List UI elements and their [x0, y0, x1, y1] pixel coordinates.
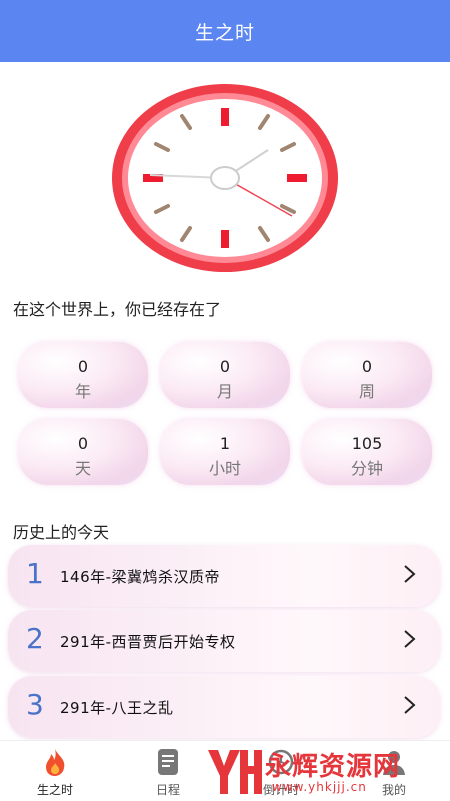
history-text: 146年-梁冀鸩杀汉质帝 [60, 568, 221, 586]
tab-label: 生之时 [36, 783, 73, 797]
watermark-logo-icon [208, 750, 262, 794]
app-header: 生之时 [0, 0, 450, 62]
stat-value: 0 [219, 357, 231, 376]
tab-life[interactable]: 生之时 [10, 741, 100, 801]
page-title: 生之时 [194, 21, 255, 44]
stat-unit: 月 [216, 382, 233, 401]
history-index: 3 [26, 688, 44, 721]
clock-face-icon [112, 84, 338, 272]
chevron-right-icon [404, 630, 416, 648]
history-item[interactable]: 3 291年-八王之乱 [8, 676, 440, 738]
stat-card-months: 0 月 [160, 342, 290, 408]
stat-value: 0 [77, 357, 89, 376]
watermark-url: www.yhkjjj.cn [272, 780, 367, 794]
stat-card-years: 0 年 [18, 342, 148, 408]
history-text: 291年-八王之乱 [60, 699, 174, 717]
stat-value: 0 [77, 434, 89, 453]
history-item[interactable]: 2 291年-西晋贾后开始专权 [8, 610, 440, 672]
history-index: 2 [26, 622, 44, 655]
chevron-right-icon [404, 696, 416, 714]
stat-unit: 小时 [208, 459, 241, 478]
stat-unit: 年 [74, 382, 91, 401]
history-index: 1 [26, 557, 44, 590]
analog-clock [110, 82, 340, 274]
stat-value: 1 [219, 434, 231, 453]
stat-unit: 周 [358, 382, 375, 401]
note-icon [158, 749, 178, 775]
history-text: 291年-西晋贾后开始专权 [60, 633, 236, 651]
stat-card-days: 0 天 [18, 419, 148, 485]
stat-card-weeks: 0 周 [302, 342, 432, 408]
history-section-title: 历史上的今天 [13, 523, 110, 542]
chevron-right-icon [404, 565, 416, 583]
stat-unit: 分钟 [350, 459, 383, 478]
stat-card-minutes: 105 分钟 [302, 419, 432, 485]
watermark-brand: 永辉资源网 [265, 752, 401, 782]
stat-value: 0 [361, 357, 373, 376]
stat-unit: 天 [74, 459, 91, 478]
stat-value: 105 [351, 434, 383, 453]
flame-icon [46, 749, 65, 776]
history-item[interactable]: 1 146年-梁冀鸩杀汉质帝 [8, 545, 440, 607]
lifetime-subtitle: 在这个世界上，你已经存在了 [13, 300, 222, 319]
stat-card-hours: 1 小时 [160, 419, 290, 485]
watermark-logo: 永辉资源网 www.yhkjjj.cn [200, 742, 450, 800]
